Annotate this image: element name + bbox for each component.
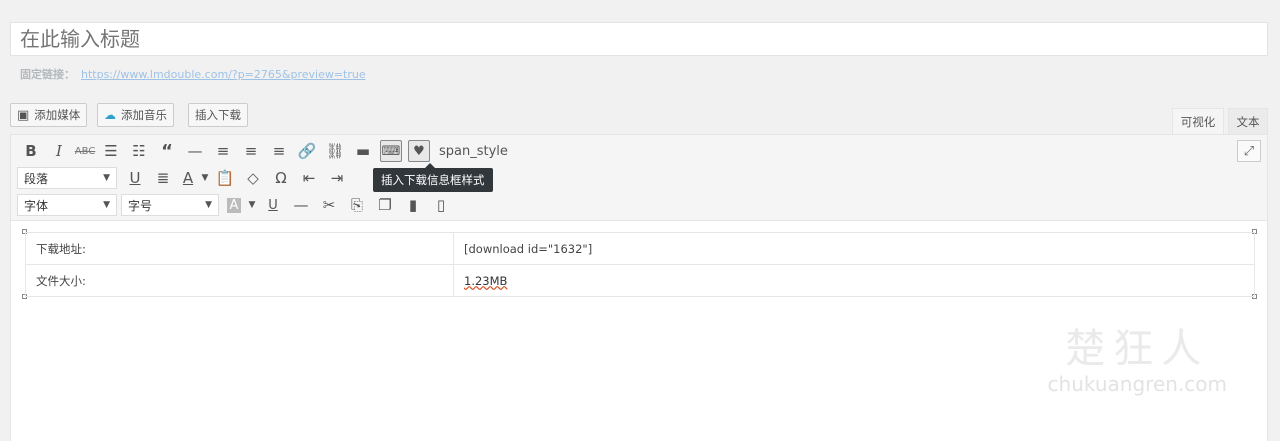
read-more-icon[interactable]: ▬ (349, 139, 377, 163)
font-size-value: 字号 (128, 198, 153, 213)
chevron-down-icon[interactable]: ▼ (199, 166, 211, 190)
editor-content-area[interactable]: 下载地址: [download id="1632"] 文件大小: 1.23MB … (11, 221, 1267, 441)
special-char-icon[interactable]: Ω (267, 166, 295, 190)
file-size-label[interactable]: 文件大小: (25, 264, 454, 297)
span-style-button[interactable]: span_style (439, 144, 508, 159)
text-color-icon[interactable]: A (177, 166, 199, 190)
toolbar-row-2: 段落 ▼ U ≣ A ▼ 📋 ◇ Ω ⇤ ⇥ (17, 166, 351, 190)
bold-icon[interactable]: B (17, 139, 45, 163)
clear-format-icon[interactable]: ◇ (239, 166, 267, 190)
align-left-icon[interactable]: ≡ (209, 139, 237, 163)
paste-icon[interactable]: ❐ (371, 193, 399, 217)
blockquote-icon[interactable]: “ (153, 139, 181, 163)
download-info-table[interactable]: 下载地址: [download id="1632"] 文件大小: 1.23MB (25, 232, 1255, 297)
chevron-down-icon: ▼ (205, 200, 212, 210)
post-title-input[interactable] (10, 22, 1268, 56)
table-row: 文件大小: 1.23MB (25, 264, 1255, 297)
add-media-label: 添加媒体 (34, 108, 81, 122)
underline-alt-icon[interactable]: U (259, 193, 287, 217)
format-select[interactable]: 段落 ▼ (17, 167, 117, 189)
tab-text[interactable]: 文本 (1228, 108, 1268, 134)
font-family-select[interactable]: 字体 ▼ (17, 194, 117, 216)
link-icon[interactable]: 🔗 (293, 139, 321, 163)
format-select-value: 段落 (24, 171, 49, 186)
new-document-icon[interactable]: ▯ (427, 193, 455, 217)
indent-icon[interactable]: ⇥ (323, 166, 351, 190)
heart-icon[interactable]: ♥ (408, 140, 430, 162)
chevron-down-icon: ▼ (103, 200, 110, 210)
watermark-cn: 楚狂人 (1065, 326, 1210, 372)
insert-download-button[interactable]: 插入下载 (188, 103, 248, 127)
toolbar-row-1: B I ABC ☰ ☷ “ — ≡ ≡ ≡ 🔗 ⛓ ▬ ⌨ ♥ span_sty… (17, 139, 508, 163)
cut-icon[interactable]: ✂ (315, 193, 343, 217)
font-size-select[interactable]: 字号 ▼ (121, 194, 219, 216)
insert-download-label: 插入下载 (195, 108, 241, 122)
table-row: 下载地址: [download id="1632"] (25, 232, 1255, 265)
bullet-list-icon[interactable]: ☰ (97, 139, 125, 163)
font-family-value: 字体 (24, 198, 49, 213)
download-url-label[interactable]: 下载地址: (25, 232, 454, 265)
editor-toolbar: B I ABC ☰ ☷ “ — ≡ ≡ ≡ 🔗 ⛓ ▬ ⌨ ♥ span_sty… (11, 135, 1267, 221)
heart-button-tooltip: 插入下载信息框样式 (373, 163, 493, 192)
tab-visual[interactable]: 可视化 (1172, 108, 1224, 134)
paste-word-icon[interactable]: ▮ (399, 193, 427, 217)
underline-icon[interactable]: U (121, 166, 149, 190)
permalink-row: 固定链接： https://www.lmdouble.com/?p=2765&pr… (20, 66, 366, 82)
download-url-value[interactable]: [download id="1632"] (453, 232, 1255, 265)
file-size-value: 1.23MB (464, 273, 508, 288)
keyboard-toggle-icon[interactable]: ⌨ (380, 140, 402, 162)
horizontal-line-icon[interactable]: — (287, 193, 315, 217)
justify-icon[interactable]: ≣ (149, 166, 177, 190)
fullscreen-icon[interactable]: ⤢ (1237, 140, 1261, 162)
horizontal-rule-icon[interactable]: — (181, 139, 209, 163)
editor-container: B I ABC ☰ ☷ “ — ≡ ≡ ≡ 🔗 ⛓ ▬ ⌨ ♥ span_sty… (10, 134, 1268, 441)
add-music-button[interactable]: ☁ 添加音乐 (97, 103, 174, 127)
toolbar-row-3: 字体 ▼ 字号 ▼ A ▼ U — ✂ ⎘ ❐ ▮ ▯ (17, 193, 455, 217)
strikethrough-icon[interactable]: ABC (73, 139, 97, 163)
add-media-button[interactable]: ▣ 添加媒体 (10, 103, 88, 127)
watermark-en: chukuangren.com (1047, 372, 1227, 396)
add-music-label: 添加音乐 (121, 108, 167, 122)
italic-icon[interactable]: I (45, 139, 73, 163)
outdent-icon[interactable]: ⇤ (295, 166, 323, 190)
unlink-icon[interactable]: ⛓ (321, 139, 349, 163)
chevron-down-icon[interactable]: ▼ (245, 193, 259, 217)
chevron-down-icon: ▼ (103, 173, 110, 183)
align-center-icon[interactable]: ≡ (237, 139, 265, 163)
permalink-url-link[interactable]: https://www.lmdouble.com/?p=2765&preview… (81, 68, 366, 81)
paste-text-icon[interactable]: 📋 (211, 166, 239, 190)
cloud-music-icon: ☁ (104, 108, 116, 122)
watermark: 楚狂人 chukuangren.com (1048, 316, 1227, 396)
align-right-icon[interactable]: ≡ (265, 139, 293, 163)
file-size-cell[interactable]: 1.23MB (453, 264, 1255, 297)
background-color-icon[interactable]: A (226, 197, 242, 213)
permalink-label: 固定链接： (20, 68, 75, 81)
numbered-list-icon[interactable]: ☷ (125, 139, 153, 163)
copy-icon[interactable]: ⎘ (343, 193, 371, 217)
media-icon: ▣ (17, 107, 30, 123)
